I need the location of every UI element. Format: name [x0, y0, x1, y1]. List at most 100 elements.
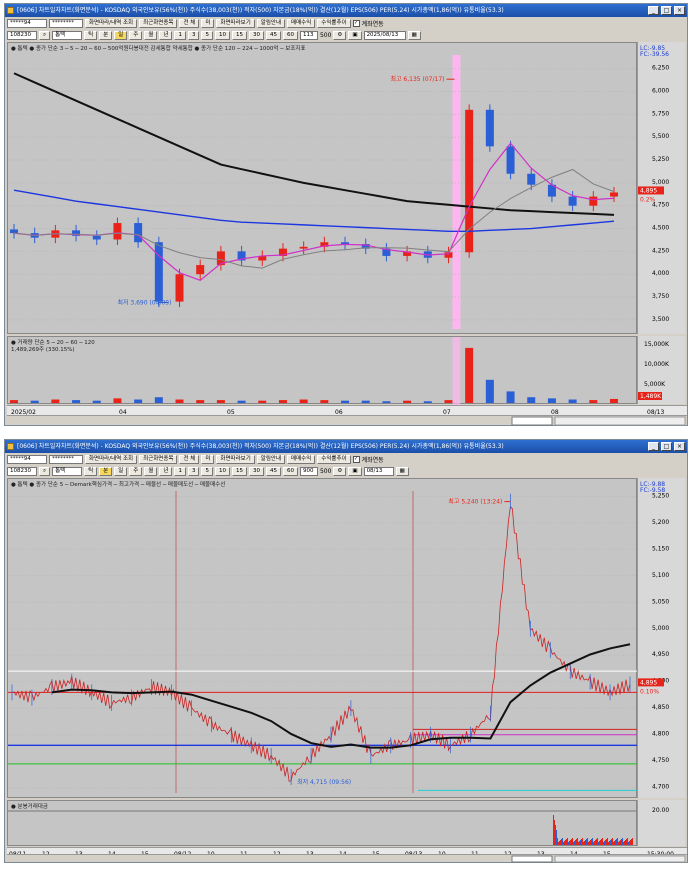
- save-icon-2[interactable]: ▣: [348, 467, 362, 476]
- price-tick-label: 4,950: [652, 651, 669, 658]
- period-year-2[interactable]: 년: [159, 467, 173, 476]
- interval-45-2[interactable]: 45: [265, 467, 281, 476]
- interval-3-2[interactable]: 3: [187, 467, 200, 476]
- interval-10[interactable]: 10: [214, 31, 230, 40]
- toolbar-account: *****94 ******** 화면따라/내역 조회 최근화면종목 전 체 미…: [5, 18, 687, 29]
- sub-bar: [601, 839, 602, 845]
- analysis-button[interactable]: 화면따라보기: [216, 19, 255, 28]
- interval-15-2[interactable]: 15: [231, 467, 247, 476]
- interval-5[interactable]: 5: [201, 31, 213, 40]
- inquiry-button-2[interactable]: 화면따라/내역 조회: [85, 455, 138, 464]
- interval-1-2[interactable]: 1: [174, 467, 186, 476]
- inquiry-button[interactable]: 화면따라/내역 조회: [85, 19, 138, 28]
- scroll-bar[interactable]: [7, 415, 687, 426]
- sub-bar: [620, 840, 621, 845]
- volume-bar: [134, 399, 143, 403]
- maximize-button[interactable]: □: [661, 6, 672, 15]
- recent-button-2[interactable]: 최근화면종목: [139, 455, 178, 464]
- stock-code-input[interactable]: 108230: [7, 31, 37, 40]
- period-day-2[interactable]: 일: [114, 467, 128, 476]
- stock-name-field-2[interactable]: 톱텍: [52, 467, 83, 476]
- minute-chart-area[interactable]: ● 톱텍 ● 종가 단순 5 ─ Demark핵심가격 ─ 최고가격 ─ 매물선…: [7, 478, 638, 798]
- interval-15[interactable]: 15: [231, 31, 247, 40]
- stock-name-field[interactable]: 톱텍: [52, 31, 83, 40]
- alert-button[interactable]: 알림안내: [256, 19, 286, 28]
- sub-bar: [612, 838, 613, 845]
- period-week[interactable]: 주: [129, 31, 143, 40]
- date-input[interactable]: 2025/08/13: [363, 31, 406, 40]
- sub-bar: [602, 838, 603, 845]
- sub-bar: [555, 825, 556, 845]
- sub-bar: [568, 842, 569, 845]
- price-tick-label: 4,850: [652, 704, 669, 711]
- code-input-2[interactable]: *****94: [7, 455, 47, 464]
- period-month[interactable]: 월: [144, 31, 158, 40]
- search-icon-2[interactable]: ⌕: [39, 467, 51, 476]
- count-input[interactable]: 113: [299, 31, 318, 40]
- date-input-2[interactable]: 08/13: [363, 467, 394, 476]
- current-price-tag: 4,895: [640, 679, 657, 686]
- interval-3[interactable]: 3: [187, 31, 200, 40]
- change-pct-label: 0.10%: [640, 688, 659, 695]
- settings-icon[interactable]: ⚙: [333, 31, 347, 40]
- profit-button-2[interactable]: 수익률추이: [317, 455, 351, 464]
- period-month-2[interactable]: 월: [144, 467, 158, 476]
- link-checkbox[interactable]: ✓: [352, 20, 360, 27]
- price-axis-svg: 6,2506,0005,7505,5005,2505,0004,7504,500…: [638, 45, 669, 323]
- my-button-2[interactable]: 미: [201, 455, 215, 464]
- interval-45[interactable]: 45: [265, 31, 281, 40]
- minute-axis-svg: 5,2505,2005,1505,1005,0505,0004,9504,900…: [638, 481, 669, 791]
- sub-axis: 20.00: [637, 800, 685, 846]
- close-button-2[interactable]: ×: [674, 442, 685, 451]
- sub-chart-area[interactable]: ● 분봉거래대금: [7, 800, 638, 846]
- calendar-icon-2[interactable]: ▦: [395, 467, 409, 476]
- analysis-button-2[interactable]: 화면따라보기: [216, 455, 255, 464]
- sub-tick-label: 20.00: [652, 807, 669, 814]
- profit-button[interactable]: 수익률추이: [317, 19, 351, 28]
- calendar-icon[interactable]: ▦: [407, 31, 421, 40]
- interval-30[interactable]: 30: [248, 31, 264, 40]
- price-tick-label: 4,750: [652, 757, 669, 764]
- candle-body: [196, 265, 205, 275]
- trade-button[interactable]: 매매수익: [287, 19, 316, 28]
- save-icon[interactable]: ▣: [348, 31, 362, 40]
- scroll-bar-2[interactable]: [7, 854, 687, 863]
- price-tick-label: 5,500: [652, 133, 669, 140]
- period-year[interactable]: 년: [159, 31, 173, 40]
- interval-5-2[interactable]: 5: [201, 467, 213, 476]
- my-button[interactable]: 미: [201, 19, 215, 28]
- code-input[interactable]: *****94: [7, 19, 47, 28]
- candle-body: [568, 196, 577, 206]
- count-input-2[interactable]: 900: [299, 467, 318, 476]
- search-icon[interactable]: ⌕: [39, 31, 51, 40]
- interval-60[interactable]: 60: [282, 31, 298, 40]
- interval-1[interactable]: 1: [174, 31, 186, 40]
- period-tick[interactable]: 틱: [84, 31, 98, 40]
- stock-code-input-2[interactable]: 108230: [7, 467, 37, 476]
- price-chart-area[interactable]: ● 톱텍 ● 종가 단순 3 ─ 5 ─ 20 ─ 60 ─ 500억원다봉대전…: [7, 42, 638, 334]
- maximize-button-2[interactable]: □: [661, 442, 672, 451]
- all-button[interactable]: 전 체: [179, 19, 200, 28]
- close-button[interactable]: ×: [674, 6, 685, 15]
- recent-button[interactable]: 최근화면종목: [139, 19, 178, 28]
- interval-10-2[interactable]: 10: [214, 467, 230, 476]
- alert-button-2[interactable]: 알림안내: [256, 455, 286, 464]
- minimize-button-2[interactable]: _: [648, 442, 659, 451]
- sub-bar: [624, 841, 625, 845]
- all-button-2[interactable]: 전 체: [179, 455, 200, 464]
- settings-icon-2[interactable]: ⚙: [333, 467, 347, 476]
- minimize-button[interactable]: _: [648, 6, 659, 15]
- period-day[interactable]: 일: [114, 31, 128, 40]
- period-week-2[interactable]: 주: [129, 467, 143, 476]
- interval-30-2[interactable]: 30: [248, 467, 264, 476]
- link-checkbox-2[interactable]: ✓: [352, 456, 360, 463]
- account-input[interactable]: ********: [49, 19, 83, 28]
- period-minute-2[interactable]: 분: [99, 467, 113, 476]
- trade-button-2[interactable]: 매매수익: [287, 455, 316, 464]
- period-tick-2[interactable]: 틱: [84, 467, 98, 476]
- volume-chart-area[interactable]: ● 거래량 단순 5 ─ 20 ─ 60 ─ 120 1,489,269주 (3…: [7, 336, 637, 405]
- interval-60-2[interactable]: 60: [282, 467, 298, 476]
- sub-bar: [588, 842, 589, 845]
- account-input-2[interactable]: ********: [49, 455, 83, 464]
- period-minute[interactable]: 분: [99, 31, 113, 40]
